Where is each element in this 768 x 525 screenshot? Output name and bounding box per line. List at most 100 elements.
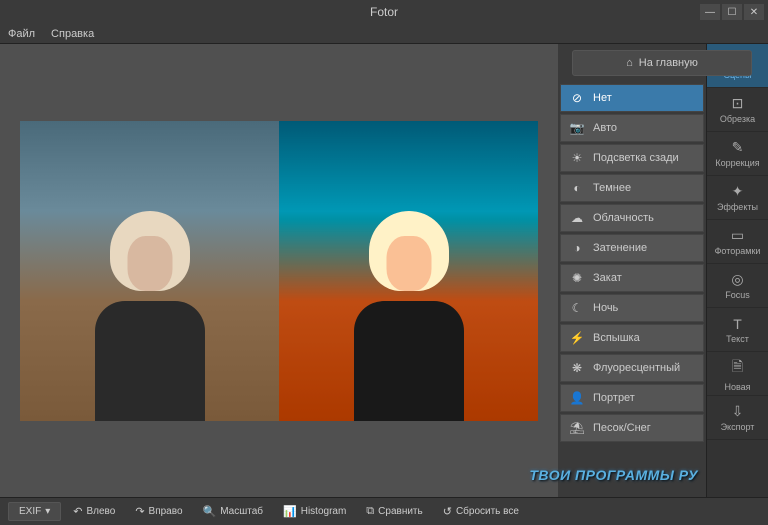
chevron-down-icon: ▾	[45, 506, 50, 517]
exif-label: EXIF	[19, 506, 41, 517]
scene-label: Нет	[593, 92, 612, 104]
tool-item-экспорт[interactable]: ⇩ Экспорт	[707, 396, 768, 440]
tool-label: Экспорт	[721, 422, 755, 432]
tool-item-обрезка[interactable]: ⊡ Обрезка	[707, 88, 768, 132]
scene-label: Флуоресцентный	[593, 362, 680, 374]
home-icon: ⌂	[626, 57, 633, 69]
exif-button[interactable]: EXIF ▾	[8, 502, 61, 521]
tool-item-новая[interactable]: 🗎 Новая	[707, 352, 768, 396]
histogram-label: Histogram	[301, 506, 347, 517]
tool-icon: 🗎	[732, 356, 743, 380]
rotate-right-button[interactable]: ↷ Вправо	[127, 502, 190, 521]
scene-label: Песок/Снег	[593, 422, 651, 434]
tool-icon: ✦	[732, 183, 744, 200]
scene-icon: ☾	[569, 300, 585, 316]
scene-item-1[interactable]: 📷Авто	[560, 114, 704, 142]
canvas-area	[0, 44, 558, 497]
scene-label: Темнее	[593, 182, 631, 194]
reset-icon: ↺	[443, 505, 452, 518]
tool-label: Новая	[724, 382, 750, 392]
menu-help[interactable]: Справка	[51, 28, 94, 40]
home-label: На главную	[639, 57, 698, 69]
tool-label: Обрезка	[720, 114, 755, 124]
compare-button[interactable]: ⧉ Сравнить	[358, 502, 430, 521]
bottom-toolbar: EXIF ▾ ↶ Влево ↷ Вправо 🔍Масштаб 📊 Histogra…	[0, 497, 768, 525]
scene-item-8[interactable]: ⚡Вспышка	[560, 324, 704, 352]
scene-item-4[interactable]: ☁ Облачность	[560, 204, 704, 232]
scene-icon: ◑	[569, 240, 585, 256]
histogram-icon: 📊	[283, 505, 297, 518]
compare-icon: ⧉	[366, 505, 374, 518]
scene-icon: ☀	[569, 150, 585, 166]
scene-item-0[interactable]: ⊘ Нет	[560, 84, 704, 112]
tool-item-коррекция[interactable]: ✎ Коррекция	[707, 132, 768, 176]
scene-label: Подсветка сзади	[593, 152, 679, 164]
rotate-right-label: Вправо	[149, 506, 183, 517]
tool-icon: ⇩	[732, 403, 744, 420]
rotate-left-button[interactable]: ↶ Влево	[65, 502, 123, 521]
image-edited	[279, 121, 538, 421]
minimize-button[interactable]: —	[700, 4, 720, 20]
rotate-right-icon: ↷	[135, 505, 144, 518]
scene-item-10[interactable]: 👤 Портрет	[560, 384, 704, 412]
zoom-label: Масштаб	[220, 506, 263, 517]
tool-label: Текст	[726, 334, 749, 344]
tool-icon: ⊡	[732, 95, 744, 112]
reset-button[interactable]: ↺ Сбросить все	[435, 502, 527, 521]
zoom-icon: 🔍	[203, 505, 217, 518]
scene-item-11[interactable]: ⛱ Песок/Снег	[560, 414, 704, 442]
compare-label: Сравнить	[378, 506, 423, 517]
tool-icon: ◎	[731, 271, 743, 288]
tool-label: Focus	[725, 290, 750, 300]
home-button[interactable]: ⌂ На главную	[572, 50, 752, 76]
reset-label: Сбросить все	[456, 506, 519, 517]
scene-icon: 👤	[569, 390, 585, 406]
scene-label: Ночь	[593, 302, 618, 314]
right-panel: ⌂ На главную ⊘ Нет 📷Авто ☀ Подсветка сзади ◐ Т…	[558, 44, 768, 497]
scene-item-7[interactable]: ☾ Ночь	[560, 294, 704, 322]
scene-label: Закат	[593, 272, 622, 284]
scenes-list: ⊘ Нет 📷Авто ☀ Подсветка сзади ◐ Темнее ☁ Облачно…	[558, 44, 706, 497]
scene-icon: 📷	[569, 120, 585, 136]
app-title: Fotor	[370, 5, 398, 19]
menu-file[interactable]: Файл	[8, 28, 35, 40]
scene-item-3[interactable]: ◐ Темнее	[560, 174, 704, 202]
scene-icon: ☁	[569, 210, 585, 226]
scene-label: Облачность	[593, 212, 654, 224]
scene-item-9[interactable]: ❋ Флуоресцентный	[560, 354, 704, 382]
scene-label: Вспышка	[593, 332, 640, 344]
scene-item-5[interactable]: ◑ Затенение	[560, 234, 704, 262]
histogram-button[interactable]: 📊 Histogram	[275, 502, 354, 521]
watermark: ТВОИ ПРОГРАММЫ РУ	[529, 467, 698, 483]
scene-label: Затенение	[593, 242, 647, 254]
image-compare	[20, 121, 538, 421]
scene-icon: ◐	[569, 180, 585, 196]
scene-icon: ⛱	[569, 420, 585, 436]
scene-label: Портрет	[593, 392, 635, 404]
tool-label: Коррекция	[715, 158, 759, 168]
tool-icon: T	[733, 316, 742, 332]
window-controls: — ☐ ✕	[700, 4, 764, 20]
tool-label: Фоторамки	[715, 246, 761, 256]
close-button[interactable]: ✕	[744, 4, 764, 20]
tool-item-focus[interactable]: ◎ Focus	[707, 264, 768, 308]
zoom-button[interactable]: 🔍Масштаб	[195, 502, 272, 521]
tool-label: Эффекты	[717, 202, 758, 212]
tool-icon: ✎	[732, 139, 744, 156]
menubar: Файл Справка	[0, 24, 768, 44]
tool-item-фоторамки[interactable]: ▭ Фоторамки	[707, 220, 768, 264]
scene-icon: ✺	[569, 270, 585, 286]
scene-item-2[interactable]: ☀ Подсветка сзади	[560, 144, 704, 172]
scene-item-6[interactable]: ✺ Закат	[560, 264, 704, 292]
tool-item-текст[interactable]: T Текст	[707, 308, 768, 352]
rotate-left-icon: ↶	[73, 505, 82, 518]
scene-icon: ⊘	[569, 90, 585, 106]
tool-item-эффекты[interactable]: ✦ Эффекты	[707, 176, 768, 220]
rotate-left-label: Влево	[86, 506, 115, 517]
tool-icon: ▭	[731, 227, 744, 244]
image-original	[20, 121, 279, 421]
tool-sidebar: ☀Сцены⊡Обрезка✎Коррекция✦Эффекты▭Фоторам…	[706, 44, 768, 497]
maximize-button[interactable]: ☐	[722, 4, 742, 20]
scene-icon: ❋	[569, 360, 585, 376]
titlebar: Fotor — ☐ ✕	[0, 0, 768, 24]
